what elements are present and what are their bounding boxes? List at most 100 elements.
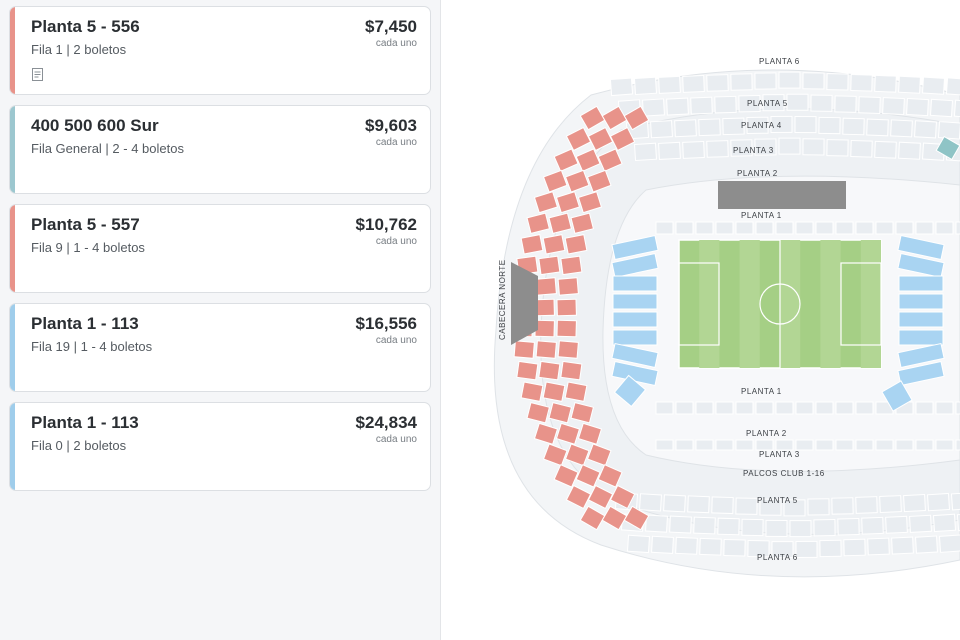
- seat-section[interactable]: [955, 221, 960, 235]
- seat-section[interactable]: [695, 221, 714, 235]
- seat-section[interactable]: [715, 401, 734, 415]
- seat-section[interactable]: [795, 439, 814, 451]
- seat-section[interactable]: [850, 139, 873, 158]
- seat-section[interactable]: [723, 538, 746, 557]
- seat-section[interactable]: [675, 439, 694, 451]
- available-section[interactable]: [557, 277, 579, 296]
- seat-section[interactable]: [735, 221, 754, 235]
- seat-section[interactable]: [950, 491, 960, 511]
- seat-section[interactable]: [903, 494, 926, 513]
- seat-section[interactable]: [714, 95, 737, 114]
- seat-section[interactable]: [929, 98, 954, 118]
- stadium-map[interactable]: PLANTA 6 PLANTA 5 PLANTA 4 PLANTA 3 PLAN…: [441, 0, 960, 640]
- seat-section[interactable]: [794, 115, 817, 134]
- seat-section[interactable]: [682, 74, 705, 93]
- seat-section[interactable]: [693, 516, 716, 535]
- seat-section[interactable]: [935, 221, 954, 235]
- seat-section[interactable]: [891, 536, 914, 555]
- seat-section[interactable]: [642, 98, 665, 117]
- seat-section[interactable]: [855, 221, 874, 235]
- available-section[interactable]: [898, 311, 944, 328]
- seat-section[interactable]: [735, 497, 758, 515]
- available-section[interactable]: [513, 340, 535, 359]
- seat-section[interactable]: [795, 540, 818, 558]
- seat-section[interactable]: [775, 401, 794, 415]
- seat-section[interactable]: [915, 221, 934, 235]
- available-section[interactable]: [535, 277, 557, 296]
- seat-section[interactable]: [818, 116, 841, 135]
- seat-section[interactable]: [815, 439, 834, 451]
- seat-section[interactable]: [810, 94, 833, 112]
- available-section[interactable]: [557, 340, 579, 359]
- seat-section[interactable]: [955, 439, 960, 451]
- seat-section[interactable]: [730, 73, 753, 91]
- seat-section[interactable]: [789, 520, 812, 538]
- seat-section[interactable]: [935, 401, 954, 415]
- seat-section[interactable]: [650, 120, 673, 139]
- seat-section[interactable]: [755, 439, 774, 451]
- available-section[interactable]: [556, 319, 577, 338]
- seat-section[interactable]: [645, 514, 668, 533]
- available-section[interactable]: [564, 381, 588, 402]
- seat-section[interactable]: [834, 95, 857, 113]
- seat-section[interactable]: [778, 71, 801, 89]
- available-section[interactable]: [535, 340, 557, 359]
- seat-section[interactable]: [932, 513, 957, 533]
- seat-section[interactable]: [835, 221, 854, 235]
- available-section[interactable]: [612, 275, 658, 292]
- seat-section[interactable]: [937, 121, 960, 140]
- seat-section[interactable]: [669, 515, 692, 534]
- seat-section[interactable]: [895, 221, 914, 235]
- seat-section[interactable]: [778, 137, 801, 155]
- seat-section[interactable]: [658, 141, 681, 160]
- seat-section[interactable]: [837, 517, 860, 536]
- seat-section[interactable]: [895, 439, 914, 451]
- seat-section[interactable]: [663, 494, 686, 513]
- available-section[interactable]: [898, 293, 944, 310]
- seat-section[interactable]: [835, 439, 854, 451]
- seat-section[interactable]: [655, 401, 674, 415]
- seat-section[interactable]: [826, 139, 849, 157]
- seat-section[interactable]: [885, 515, 908, 534]
- seat-section[interactable]: [775, 439, 794, 451]
- seat-section[interactable]: [706, 140, 729, 158]
- seat-section[interactable]: [945, 77, 960, 96]
- available-section[interactable]: [560, 360, 583, 381]
- seat-section[interactable]: [682, 140, 705, 159]
- seat-section[interactable]: [698, 118, 721, 137]
- available-section[interactable]: [538, 255, 561, 276]
- available-section[interactable]: [516, 360, 539, 381]
- available-section[interactable]: [612, 293, 658, 310]
- seat-section[interactable]: [874, 74, 897, 93]
- seat-section[interactable]: [755, 401, 774, 415]
- stadium-map-canvas[interactable]: PLANTA 6 PLANTA 5 PLANTA 4 PLANTA 3 PLAN…: [441, 0, 960, 640]
- seat-section[interactable]: [633, 76, 658, 96]
- seat-section[interactable]: [802, 138, 825, 156]
- seat-section[interactable]: [855, 439, 874, 451]
- available-section[interactable]: [520, 381, 544, 402]
- seat-section[interactable]: [735, 401, 754, 415]
- seat-section[interactable]: [786, 93, 809, 111]
- seat-section[interactable]: [861, 516, 884, 535]
- seat-section[interactable]: [915, 401, 934, 415]
- seat-section[interactable]: [666, 97, 689, 116]
- seat-section[interactable]: [675, 401, 694, 415]
- seat-section[interactable]: [633, 142, 658, 162]
- seat-section[interactable]: [819, 539, 842, 558]
- seat-section[interactable]: [842, 117, 865, 136]
- seat-section[interactable]: [875, 221, 894, 235]
- seat-section[interactable]: [802, 72, 825, 90]
- seat-section[interactable]: [867, 537, 890, 556]
- seat-section[interactable]: [735, 439, 754, 451]
- seat-section[interactable]: [658, 75, 681, 94]
- available-section[interactable]: [560, 255, 583, 276]
- seat-section[interactable]: [675, 536, 698, 555]
- seat-section[interactable]: [815, 221, 834, 235]
- seat-section[interactable]: [638, 493, 663, 512]
- seat-section[interactable]: [915, 439, 934, 451]
- seat-section[interactable]: [835, 401, 854, 415]
- seat-section[interactable]: [706, 74, 729, 92]
- seat-section[interactable]: [909, 514, 932, 533]
- seat-section[interactable]: [843, 538, 866, 557]
- seat-section[interactable]: [675, 221, 694, 235]
